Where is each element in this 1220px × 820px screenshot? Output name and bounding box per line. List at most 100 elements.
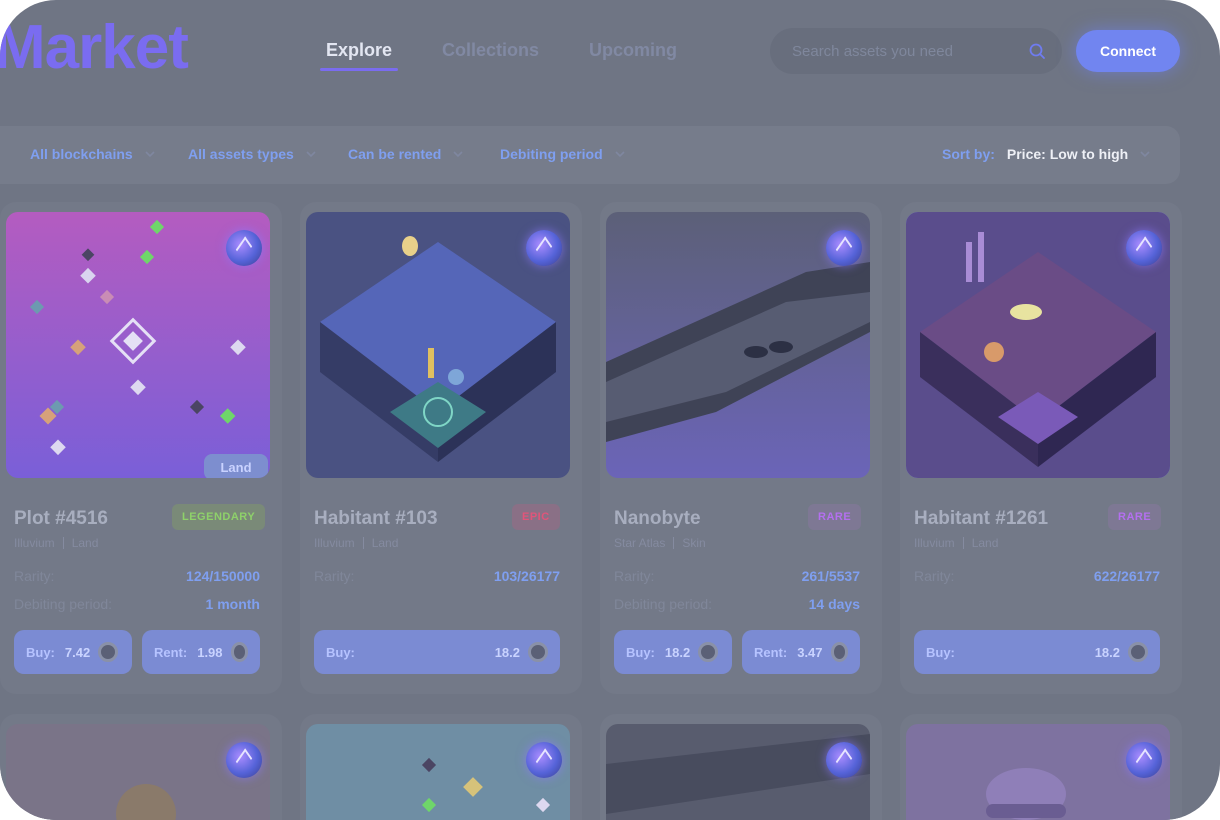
asset-type: Land: [971, 536, 999, 550]
buy-label: Buy:: [626, 644, 655, 660]
debiting-period-value: 14 days: [808, 596, 860, 612]
rarity-badge: RARE: [808, 504, 862, 530]
asset-image[interactable]: [906, 724, 1170, 820]
buy-label: Buy:: [326, 644, 355, 660]
rarity-value: 124/150000: [186, 568, 260, 584]
asset-image[interactable]: [906, 212, 1170, 478]
coin-icon: [830, 642, 848, 662]
coin-icon: [98, 642, 119, 662]
rarity-row: Rarity: 124/150000: [14, 568, 260, 584]
asset-card[interactable]: Land Plot #4516 LEGENDARY Illuvium Land …: [0, 202, 282, 694]
asset-game: Illuvium: [14, 536, 55, 550]
debiting-period-row: Debiting period: 1 month: [14, 596, 260, 612]
rarity-label: Rarity:: [614, 568, 655, 584]
asset-subtitle: Illuvium Land: [914, 536, 998, 550]
asset-card[interactable]: [0, 714, 282, 820]
rarity-value: 261/5537: [801, 568, 860, 584]
asset-image[interactable]: [606, 212, 870, 478]
asset-title[interactable]: Plot #4516: [14, 508, 108, 530]
asset-image[interactable]: [306, 724, 570, 820]
asset-image[interactable]: Land: [6, 212, 270, 478]
buy-price: 18.2: [494, 644, 520, 660]
rarity-label: Rarity:: [914, 568, 955, 584]
filter-bar: All blockchains All assets types Can be …: [0, 126, 1180, 184]
search-icon[interactable]: [1028, 42, 1046, 60]
asset-title[interactable]: Habitant #1261: [914, 508, 1048, 530]
sort-value: Price: Low to high: [1006, 146, 1129, 162]
divider: [673, 537, 675, 549]
debiting-period-row: Debiting period: 14 days: [614, 596, 860, 612]
collection-badge-icon: [826, 230, 862, 266]
rarity-row: Rarity: 261/5537: [614, 568, 860, 584]
buy-label: Buy:: [26, 644, 55, 660]
collection-badge-icon: [826, 742, 862, 778]
filter-debiting-period-label: Debiting period: [500, 146, 603, 162]
asset-type: Skin: [682, 536, 706, 550]
debiting-period-label: Debiting period:: [614, 596, 713, 612]
tab-upcoming[interactable]: Upcoming: [583, 38, 683, 71]
filter-asset-types[interactable]: All assets types: [188, 146, 316, 162]
buy-button[interactable]: Buy: 18.2: [314, 630, 560, 674]
rent-price: 1.98: [197, 644, 223, 660]
coin-icon: [698, 642, 719, 662]
rarity-badge: LEGENDARY: [172, 504, 266, 530]
search-box: [770, 28, 1062, 74]
asset-card[interactable]: [300, 714, 582, 820]
rarity-value: 622/26177: [1093, 568, 1160, 584]
rent-label: Rent:: [754, 644, 788, 660]
asset-card[interactable]: [600, 714, 882, 820]
chevron-down-icon: [615, 151, 625, 158]
rent-price: 3.47: [797, 644, 823, 660]
filter-blockchains[interactable]: All blockchains: [30, 146, 155, 162]
connect-button[interactable]: Connect: [1076, 30, 1180, 72]
asset-game: Star Atlas: [614, 536, 666, 550]
rent-button[interactable]: Rent: 3.47: [742, 630, 860, 674]
filter-rentable[interactable]: Can be rented: [348, 146, 463, 162]
buy-button[interactable]: Buy: 7.42: [14, 630, 132, 674]
asset-subtitle: Illuvium Land: [314, 536, 398, 550]
chevron-down-icon: [453, 151, 463, 158]
main-nav: Explore Collections Upcoming: [320, 38, 683, 71]
asset-title[interactable]: Habitant #103: [314, 508, 438, 530]
asset-card[interactable]: [900, 714, 1182, 820]
asset-card[interactable]: Habitant #103 EPIC Illuvium Land Rarity:…: [300, 202, 582, 694]
filter-asset-types-label: All assets types: [188, 146, 294, 162]
rent-button[interactable]: Rent: 1.98: [142, 630, 260, 674]
collection-badge-icon: [226, 230, 262, 266]
sort-label: Sort by:: [942, 146, 995, 162]
debiting-period-label: Debiting period:: [14, 596, 113, 612]
chevron-down-icon: [1140, 151, 1150, 158]
asset-card[interactable]: Habitant #1261 RARE Illuvium Land Rarity…: [900, 202, 1182, 694]
asset-image[interactable]: [6, 724, 270, 820]
collection-badge-icon: [1126, 742, 1162, 778]
collection-badge-icon: [526, 230, 562, 266]
filter-debiting-period[interactable]: Debiting period: [500, 146, 625, 162]
tab-collections[interactable]: Collections: [436, 38, 545, 71]
asset-type: Land: [71, 536, 99, 550]
asset-image[interactable]: [306, 212, 570, 478]
asset-subtitle: Star Atlas Skin: [614, 536, 706, 550]
rarity-badge: RARE: [1108, 504, 1162, 530]
market-logo[interactable]: Market: [0, 12, 189, 83]
asset-image[interactable]: [606, 724, 870, 820]
sort-dropdown[interactable]: Sort by: Price: Low to high: [942, 146, 1150, 162]
asset-subtitle: Illuvium Land: [14, 536, 98, 550]
asset-type-tag: Land: [204, 454, 268, 478]
rarity-badge: EPIC: [512, 504, 560, 530]
collection-badge-icon: [226, 742, 262, 778]
rent-label: Rent:: [154, 644, 188, 660]
coin-icon: [528, 642, 548, 662]
buy-price: 7.42: [64, 644, 91, 660]
chevron-down-icon: [306, 151, 316, 158]
asset-title[interactable]: Nanobyte: [614, 508, 701, 530]
buy-price: 18.2: [1094, 644, 1120, 660]
asset-card[interactable]: Nanobyte RARE Star Atlas Skin Rarity: 26…: [600, 202, 882, 694]
app-frame: Market Explore Collections Upcoming Conn…: [0, 0, 1220, 820]
buy-button[interactable]: Buy: 18.2: [614, 630, 732, 674]
filter-blockchains-label: All blockchains: [30, 146, 133, 162]
buy-button[interactable]: Buy: 18.2: [914, 630, 1160, 674]
divider: [362, 537, 364, 549]
chevron-down-icon: [145, 151, 155, 158]
tab-explore[interactable]: Explore: [320, 38, 399, 71]
search-input[interactable]: [792, 40, 1022, 62]
